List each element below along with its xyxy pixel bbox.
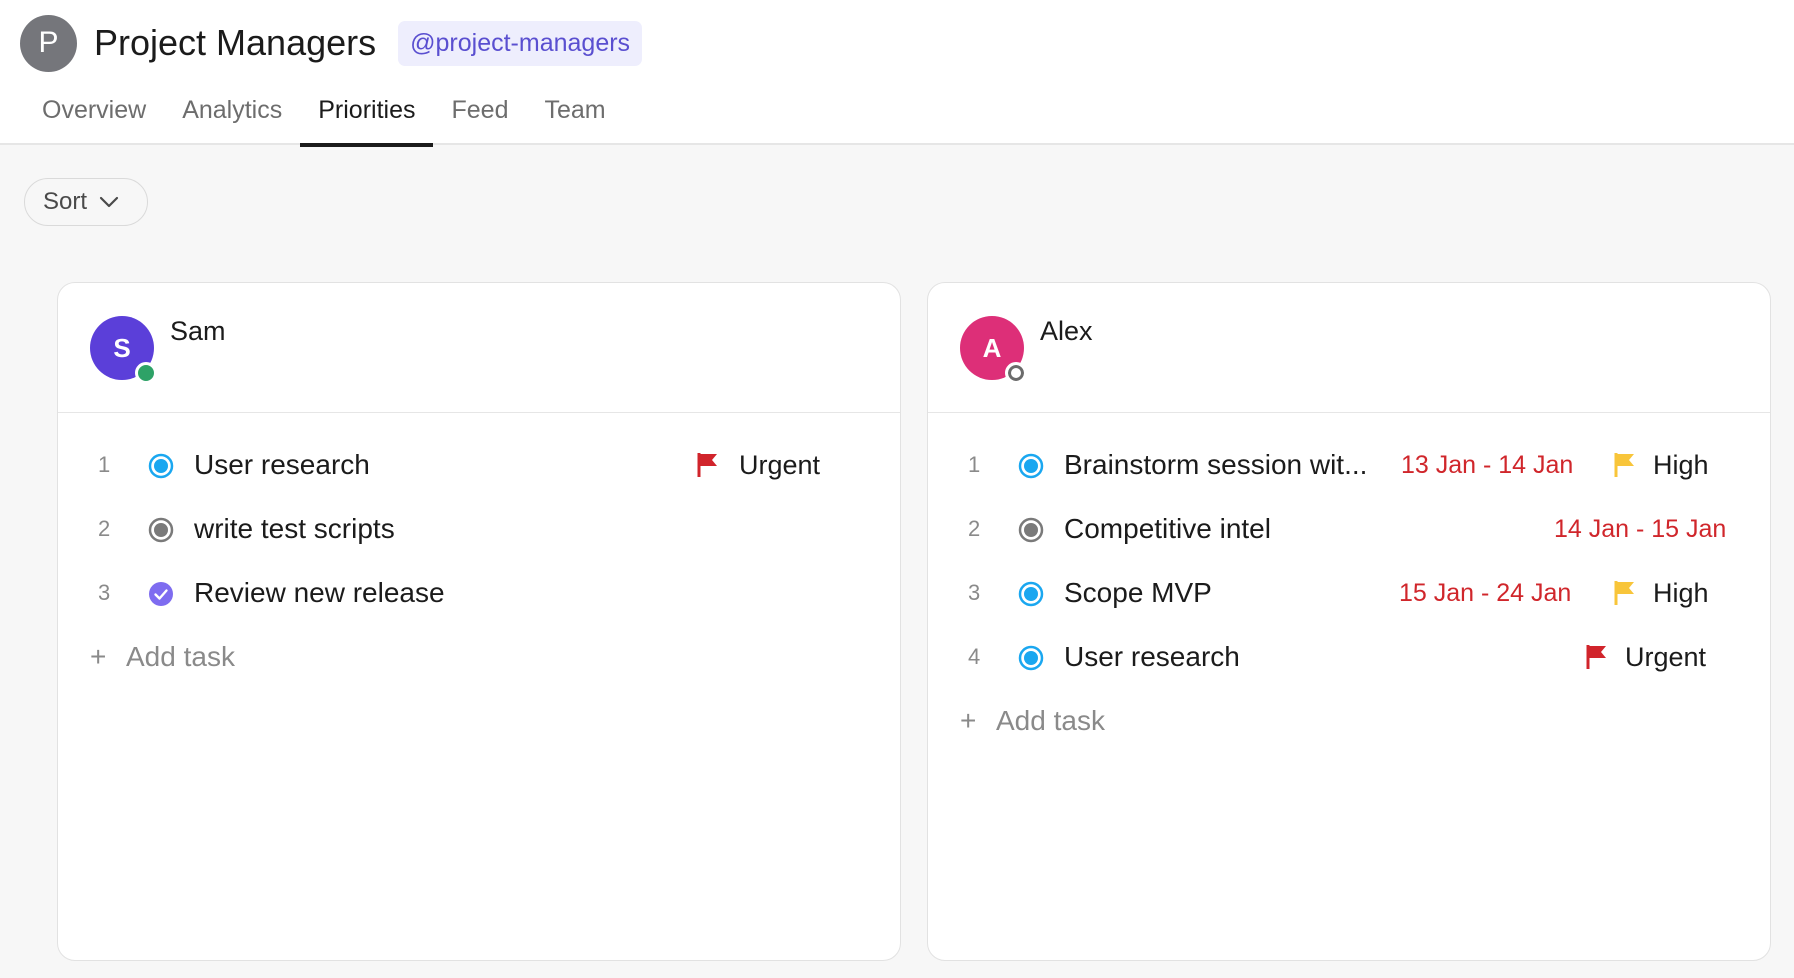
add-task-label: Add task bbox=[996, 705, 1105, 736]
task-row[interactable]: 2 write test scripts bbox=[58, 497, 900, 561]
member-card-alex: A Alex 1 Brainstorm session wit... 13 Ja… bbox=[927, 282, 1771, 961]
task-number: 4 bbox=[968, 644, 981, 669]
done-check-icon[interactable] bbox=[148, 581, 174, 607]
page-title: Project Managers bbox=[94, 22, 377, 63]
offline-status-dot bbox=[1005, 362, 1027, 384]
chevron-down-icon bbox=[99, 196, 119, 208]
task-title[interactable]: write test scripts bbox=[194, 513, 794, 545]
yellow-flag-icon bbox=[1612, 451, 1638, 479]
tab-team[interactable]: Team bbox=[526, 86, 623, 145]
task-title[interactable]: Scope MVP bbox=[1064, 577, 1384, 609]
task-title[interactable]: Review new release bbox=[194, 577, 794, 609]
page-header: P Project Managers @project-managers Ove… bbox=[0, 0, 1794, 147]
in-progress-status-icon[interactable] bbox=[1018, 645, 1044, 671]
todo-status-icon[interactable] bbox=[148, 517, 174, 543]
task-number: 2 bbox=[968, 516, 981, 541]
task-row[interactable]: 4 User research Urgent bbox=[928, 625, 1770, 689]
task-date-range[interactable]: 13 Jan - 14 Jan bbox=[1401, 451, 1573, 480]
task-date-range[interactable]: 14 Jan - 15 Jan bbox=[1554, 515, 1726, 544]
task-title[interactable]: Brainstorm session wit... bbox=[1064, 449, 1384, 481]
task-date-range[interactable]: 15 Jan - 24 Jan bbox=[1399, 579, 1571, 608]
task-row[interactable]: 1 Brainstorm session wit... 13 Jan - 14 … bbox=[928, 433, 1770, 497]
plus-icon: + bbox=[90, 641, 107, 672]
team-handle-badge[interactable]: @project-managers bbox=[398, 20, 643, 66]
yellow-flag-icon bbox=[1612, 579, 1638, 607]
in-progress-status-icon[interactable] bbox=[148, 453, 174, 479]
tab-bar: Overview Analytics Priorities Feed Team bbox=[24, 86, 624, 147]
priority-label: High bbox=[1653, 577, 1709, 608]
title-row: P Project Managers @project-managers bbox=[20, 14, 643, 72]
tab-feed[interactable]: Feed bbox=[433, 86, 526, 145]
task-number: 3 bbox=[968, 580, 981, 605]
online-status-dot bbox=[135, 362, 157, 384]
sort-button[interactable]: Sort bbox=[24, 178, 148, 226]
sort-label: Sort bbox=[43, 188, 88, 215]
add-task-button[interactable]: + Add task bbox=[928, 689, 1770, 753]
task-title[interactable]: User research bbox=[1064, 641, 1464, 673]
task-number: 1 bbox=[98, 452, 111, 477]
member-card-header: A Alex bbox=[928, 283, 1770, 413]
tab-overview[interactable]: Overview bbox=[24, 86, 164, 145]
tab-priorities[interactable]: Priorities bbox=[300, 86, 434, 147]
task-title[interactable]: User research bbox=[194, 449, 634, 481]
member-name[interactable]: Sam bbox=[170, 316, 226, 347]
task-number: 1 bbox=[968, 452, 981, 477]
task-number: 3 bbox=[98, 580, 111, 605]
member-card-sam: S Sam 1 User research Urgent 2 write tes… bbox=[57, 282, 901, 961]
add-task-label: Add task bbox=[126, 641, 235, 672]
priority-label: Urgent bbox=[739, 449, 821, 480]
task-row[interactable]: 2 Competitive intel 14 Jan - 15 Jan bbox=[928, 497, 1770, 561]
team-avatar: P bbox=[20, 14, 77, 72]
plus-icon: + bbox=[960, 705, 977, 736]
member-card-header: S Sam bbox=[58, 283, 900, 413]
task-row[interactable]: 1 User research Urgent bbox=[58, 433, 900, 497]
add-task-button[interactable]: + Add task bbox=[58, 625, 900, 689]
member-name[interactable]: Alex bbox=[1040, 316, 1093, 347]
in-progress-status-icon[interactable] bbox=[1018, 453, 1044, 479]
task-row[interactable]: 3 Scope MVP 15 Jan - 24 Jan High bbox=[928, 561, 1770, 625]
in-progress-status-icon[interactable] bbox=[1018, 581, 1044, 607]
priority-label: Urgent bbox=[1625, 641, 1707, 672]
task-list: 1 User research Urgent 2 write test scri… bbox=[58, 413, 900, 689]
priority-label: High bbox=[1653, 449, 1709, 480]
task-row[interactable]: 3 Review new release bbox=[58, 561, 900, 625]
red-flag-icon bbox=[695, 451, 721, 479]
todo-status-icon[interactable] bbox=[1018, 517, 1044, 543]
task-title[interactable]: Competitive intel bbox=[1064, 513, 1464, 545]
tab-analytics[interactable]: Analytics bbox=[164, 86, 300, 145]
task-list: 1 Brainstorm session wit... 13 Jan - 14 … bbox=[928, 413, 1770, 753]
task-number: 2 bbox=[98, 516, 111, 541]
red-flag-icon bbox=[1584, 643, 1610, 671]
